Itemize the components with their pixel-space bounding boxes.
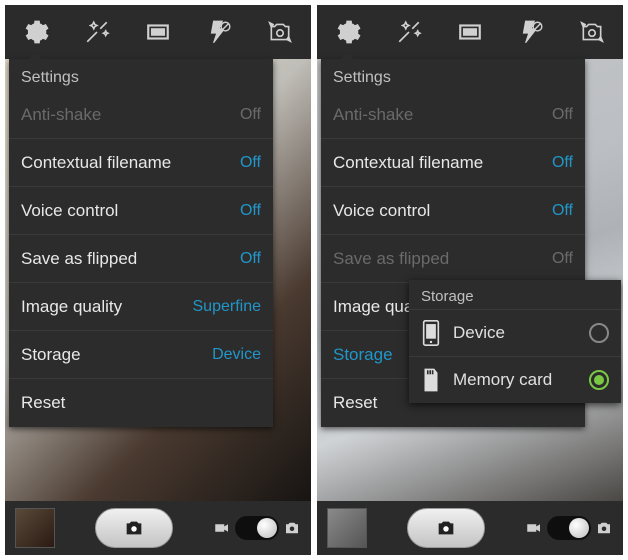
flash-off-icon[interactable] xyxy=(515,16,547,48)
row-value: Off xyxy=(240,250,261,268)
row-value: Off xyxy=(240,202,261,220)
video-icon xyxy=(525,519,543,537)
frame-icon[interactable] xyxy=(142,16,174,48)
settings-row-voice-control[interactable]: Voice control Off xyxy=(9,187,273,235)
row-value: Off xyxy=(240,154,261,172)
camera-icon xyxy=(283,519,301,537)
row-label: Reset xyxy=(21,393,65,413)
mode-switch[interactable] xyxy=(525,516,613,540)
row-label: Contextual filename xyxy=(333,153,483,173)
row-label: Storage xyxy=(21,345,81,365)
row-label: Anti-shake xyxy=(333,105,413,125)
shutter-button[interactable] xyxy=(407,508,485,548)
row-value: Device xyxy=(212,346,261,364)
settings-row-contextual-filename[interactable]: Contextual filename Off xyxy=(9,139,273,187)
settings-row-anti-shake[interactable]: Anti-shake Off xyxy=(321,91,585,139)
mode-toggle[interactable] xyxy=(547,516,591,540)
row-label: Save as flipped xyxy=(333,249,449,269)
flash-off-icon[interactable] xyxy=(203,16,235,48)
settings-row-reset[interactable]: Reset xyxy=(9,379,273,427)
sd-card-icon xyxy=(421,367,441,393)
settings-row-voice-control[interactable]: Voice control Off xyxy=(321,187,585,235)
row-value: Off xyxy=(552,202,573,220)
popup-title: Storage xyxy=(409,280,621,309)
phone-left: Settings Anti-shake Off Contextual filen… xyxy=(5,5,311,555)
panel-title: Settings xyxy=(321,59,585,91)
settings-row-storage[interactable]: Storage Device xyxy=(9,331,273,379)
camera-bottom-bar xyxy=(317,501,623,555)
settings-panel: Settings Anti-shake Off Contextual filen… xyxy=(9,59,273,427)
row-value: Off xyxy=(552,250,573,268)
row-value: Off xyxy=(240,106,261,124)
option-label: Memory card xyxy=(453,370,577,390)
camera-icon xyxy=(595,519,613,537)
magic-icon[interactable] xyxy=(393,16,425,48)
row-label: Voice control xyxy=(333,201,430,221)
storage-popup: Storage Device Memory card xyxy=(409,280,621,403)
phone-right: Settings Anti-shake Off Contextual filen… xyxy=(317,5,623,555)
camera-toolbar xyxy=(5,5,311,59)
radio-on[interactable] xyxy=(589,370,609,390)
frame-icon[interactable] xyxy=(454,16,486,48)
radio-off[interactable] xyxy=(589,323,609,343)
row-label: Storage xyxy=(333,345,393,365)
settings-row-image-quality[interactable]: Image quality Superfine xyxy=(9,283,273,331)
row-value: Off xyxy=(552,106,573,124)
gallery-thumbnail[interactable] xyxy=(15,508,55,548)
switch-camera-icon[interactable] xyxy=(576,16,608,48)
settings-row-contextual-filename[interactable]: Contextual filename Off xyxy=(321,139,585,187)
row-value: Off xyxy=(552,154,573,172)
gallery-thumbnail[interactable] xyxy=(327,508,367,548)
device-icon xyxy=(421,320,441,346)
camera-toolbar xyxy=(317,5,623,59)
switch-camera-icon[interactable] xyxy=(264,16,296,48)
panel-arrow xyxy=(27,53,43,61)
option-label: Device xyxy=(453,323,577,343)
storage-option-memory-card[interactable]: Memory card xyxy=(409,356,621,403)
gear-icon[interactable] xyxy=(332,16,364,48)
magic-icon[interactable] xyxy=(81,16,113,48)
settings-row-save-as-flipped[interactable]: Save as flipped Off xyxy=(321,235,585,283)
mode-toggle[interactable] xyxy=(235,516,279,540)
row-label: Save as flipped xyxy=(21,249,137,269)
row-label: Anti-shake xyxy=(21,105,101,125)
mode-switch[interactable] xyxy=(213,516,301,540)
row-value: Superfine xyxy=(193,298,262,316)
panel-title: Settings xyxy=(9,59,273,91)
settings-row-save-as-flipped[interactable]: Save as flipped Off xyxy=(9,235,273,283)
panel-arrow xyxy=(339,53,355,61)
gear-icon[interactable] xyxy=(20,16,52,48)
row-label: Voice control xyxy=(21,201,118,221)
shutter-button[interactable] xyxy=(95,508,173,548)
row-label: Contextual filename xyxy=(21,153,171,173)
row-label: Reset xyxy=(333,393,377,413)
camera-bottom-bar xyxy=(5,501,311,555)
storage-option-device[interactable]: Device xyxy=(409,309,621,356)
settings-row-anti-shake[interactable]: Anti-shake Off xyxy=(9,91,273,139)
row-label: Image quality xyxy=(21,297,122,317)
video-icon xyxy=(213,519,231,537)
